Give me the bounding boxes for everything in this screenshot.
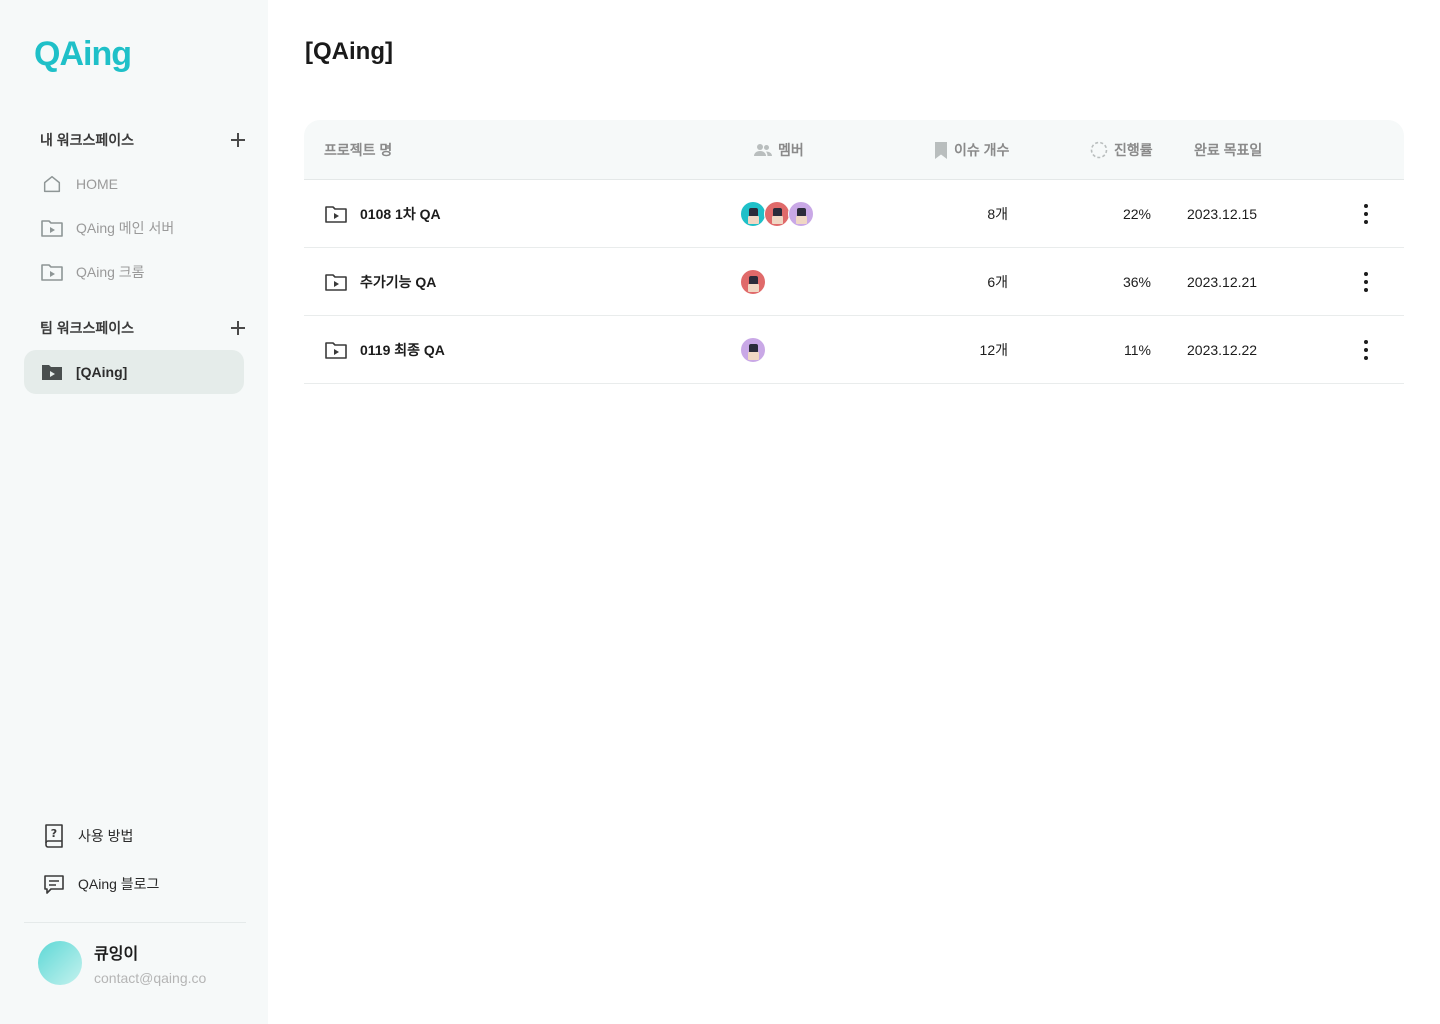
table-row[interactable]: 0119 최종 QA 12개 11% 2023.12.22 (304, 316, 1404, 384)
project-name: 추가기능 QA (360, 274, 437, 290)
profile-name: 큐잉이 (94, 946, 139, 963)
my-workspace-title: 내 워크스페이스 (40, 132, 135, 148)
column-label: 멤버 (778, 142, 804, 158)
member-avatar (740, 201, 766, 227)
more-options-icon[interactable] (1364, 340, 1368, 360)
project-name: 0108 1차 QA (360, 206, 441, 222)
due-date: 2023.12.22 (1187, 342, 1258, 358)
members-cell (740, 248, 766, 316)
sidebar-item-label: QAing 메인 서버 (76, 220, 175, 236)
profile-email: contact@qaing.co (94, 970, 207, 986)
table-header: 프로젝트 명 멤버 이슈 개수 진행률 완료 목표일 (304, 120, 1404, 180)
column-header-project-name: 프로젝트 명 (324, 120, 392, 180)
member-avatar (764, 201, 790, 227)
people-icon (754, 143, 778, 157)
sidebar-item-qaing-team[interactable]: [QAing] (24, 350, 244, 394)
issue-count: 12개 (979, 342, 1008, 358)
member-avatar (740, 269, 766, 295)
qaing-blog-link[interactable]: QAing 블로그 (40, 868, 159, 900)
qaing-blog-label: QAing 블로그 (78, 876, 160, 892)
column-label: 진행률 (1114, 142, 1153, 158)
due-date: 2023.12.15 (1187, 206, 1258, 222)
sidebar-divider (24, 922, 246, 923)
project-name-cell[interactable]: 0108 1차 QA (324, 180, 441, 248)
svg-text:?: ? (51, 827, 57, 840)
folder-play-icon (40, 216, 64, 240)
more-options-icon[interactable] (1364, 272, 1368, 292)
my-workspace-header: 내 워크스페이스 (40, 128, 248, 152)
page-title: [QAing] (305, 38, 393, 65)
column-header-issues: 이슈 개수 (934, 120, 1009, 180)
member-avatar (788, 201, 814, 227)
project-name-cell[interactable]: 추가기능 QA (324, 248, 436, 316)
sidebar: QAing 내 워크스페이스 HOME QAing 메인 서버 QAing 크롬… (0, 0, 268, 1024)
home-icon (40, 172, 64, 196)
column-header-due-date: 완료 목표일 (1194, 120, 1262, 180)
column-header-progress: 진행률 (1090, 120, 1153, 180)
issue-count: 6개 (987, 274, 1008, 290)
column-header-members: 멤버 (754, 120, 804, 180)
logo[interactable]: QAing (34, 34, 132, 74)
usage-guide-link[interactable]: ? 사용 방법 (40, 820, 133, 852)
sidebar-item-qaing-main-server[interactable]: QAing 메인 서버 (24, 206, 244, 250)
folder-play-icon (324, 203, 348, 225)
help-book-icon: ? (40, 822, 68, 850)
folder-play-icon (324, 339, 348, 361)
team-workspace-title: 팀 워크스페이스 (40, 320, 135, 336)
column-label: 완료 목표일 (1194, 142, 1263, 158)
team-workspace-header: 팀 워크스페이스 (40, 316, 248, 340)
progress-ring-icon (1090, 141, 1114, 159)
table-row[interactable]: 0108 1차 QA 8개 22% 2023.12.15 (304, 180, 1404, 248)
avatar (38, 941, 82, 985)
sidebar-item-label: [QAing] (76, 364, 128, 380)
bookmark-icon (934, 141, 954, 159)
column-label: 이슈 개수 (954, 142, 1010, 158)
progress-value: 22% (1122, 206, 1151, 222)
folder-play-icon (40, 260, 64, 284)
folder-play-filled-icon (40, 360, 64, 384)
project-name: 0119 최종 QA (360, 342, 445, 358)
issue-count: 8개 (987, 206, 1008, 222)
members-cell (740, 316, 766, 384)
member-avatar (740, 337, 766, 363)
project-name-cell[interactable]: 0119 최종 QA (324, 316, 445, 384)
table-row[interactable]: 추가기능 QA 6개 36% 2023.12.21 (304, 248, 1404, 316)
add-my-workspace-plus-icon[interactable] (228, 130, 248, 150)
project-table: 프로젝트 명 멤버 이슈 개수 진행률 완료 목표일 0108 1차 QA 8개 2… (304, 120, 1404, 384)
usage-guide-label: 사용 방법 (78, 828, 134, 844)
folder-play-icon (324, 271, 348, 293)
sidebar-item-qaing-chrome[interactable]: QAing 크롬 (24, 250, 244, 294)
sidebar-item-home[interactable]: HOME (24, 162, 244, 206)
members-cell (740, 180, 814, 248)
sidebar-item-label: QAing 크롬 (76, 264, 145, 280)
progress-value: 36% (1122, 274, 1151, 290)
progress-value: 11% (1124, 342, 1151, 358)
column-label: 프로젝트 명 (324, 142, 393, 158)
due-date: 2023.12.21 (1187, 274, 1258, 290)
more-options-icon[interactable] (1364, 204, 1368, 224)
sidebar-item-label: HOME (76, 176, 118, 192)
user-profile[interactable]: 큐잉이 contact@qaing.co (38, 940, 206, 986)
add-team-workspace-plus-icon[interactable] (228, 318, 248, 338)
chat-bubble-icon (40, 870, 68, 898)
